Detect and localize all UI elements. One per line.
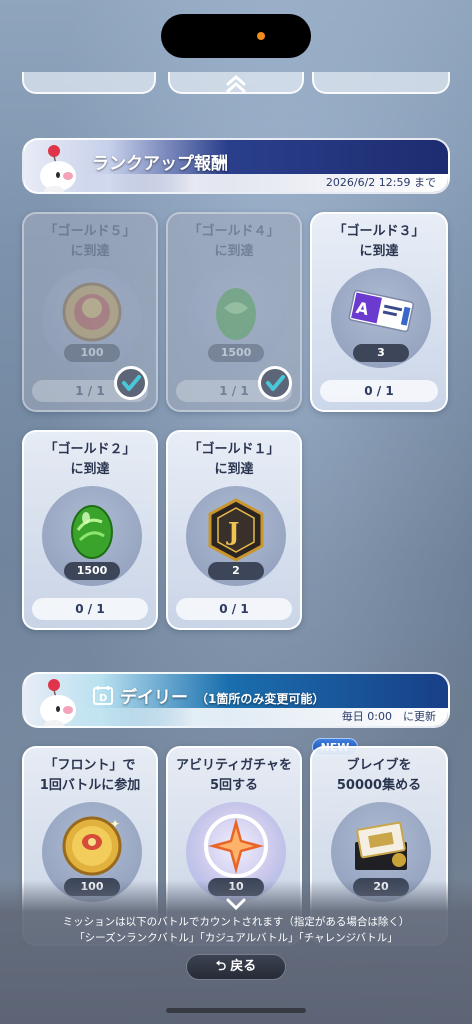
mission-title: アビリティガチャを 5回する bbox=[175, 758, 293, 793]
mission-title: 「ゴールド５」 に到達 bbox=[44, 224, 136, 259]
reward-orb: J 2 bbox=[186, 486, 286, 586]
mission-title: ブレイブを 50000集める bbox=[336, 758, 422, 793]
daily-refresh-time: 毎日 0:00 に更新 bbox=[341, 710, 436, 723]
mission-count-note: ミッションは以下のバトルでカウントされます（指定がある場合は除く） 「シーズンラ… bbox=[0, 914, 472, 946]
mission-card-gold3[interactable]: 「ゴールド３」 に到達 A 3 0 / 1 bbox=[310, 212, 448, 412]
daily-note: （1箇所のみ変更可能） bbox=[196, 692, 325, 706]
mission-title: 「ゴールド４」 に到達 bbox=[188, 224, 280, 259]
daily-header: D デイリー （1箇所のみ変更可能） 毎日 0:00 に更新 bbox=[22, 672, 450, 728]
green-egg-icon bbox=[71, 505, 113, 559]
reward-quantity: 100 bbox=[64, 344, 120, 362]
rank-reward-deadline: 2026/6/2 12:59 まで bbox=[325, 176, 436, 189]
mission-card-gold5[interactable]: 「ゴールド５」 に到達 100 1 / 1 bbox=[22, 212, 158, 412]
reward-quantity: 1500 bbox=[208, 344, 264, 362]
mission-progress: 0 / 1 bbox=[32, 598, 148, 620]
claimed-check-icon bbox=[114, 366, 148, 400]
back-button-label: 戻る bbox=[230, 959, 257, 974]
dynamic-island bbox=[161, 14, 311, 58]
return-arrow-icon: ⮌ bbox=[215, 959, 227, 974]
note-line-2: 「シーズンランクバトル」「カジュアルバトル」「チャレンジバトル」 bbox=[74, 932, 398, 944]
coin-icon bbox=[62, 282, 122, 342]
coin-icon: ✦ bbox=[62, 816, 122, 876]
green-egg-icon bbox=[216, 288, 256, 340]
scroll-up-icon[interactable] bbox=[224, 74, 248, 94]
svg-text:J: J bbox=[226, 517, 239, 546]
reward-orb: A 3 bbox=[331, 268, 431, 368]
previous-section-edge bbox=[0, 72, 472, 98]
note-line-1: ミッションは以下のバトルでカウントされます（指定がある場合は除く） bbox=[62, 916, 410, 928]
status-dot bbox=[257, 32, 265, 40]
mission-card-gold4[interactable]: 「ゴールド４」 に到達 1500 1 / 1 bbox=[166, 212, 302, 412]
daily-title: デイリー bbox=[120, 688, 188, 708]
j-emblem-icon: J bbox=[208, 498, 264, 562]
scroll-down-icon[interactable] bbox=[224, 896, 248, 912]
daily-title-row: デイリー （1箇所のみ変更可能） bbox=[120, 683, 324, 708]
reward-orb: 100 bbox=[42, 268, 142, 368]
mission-title: 「ゴールド２」 に到達 bbox=[44, 442, 136, 477]
svg-text:✦: ✦ bbox=[110, 817, 120, 831]
previous-card-edge bbox=[22, 72, 156, 94]
home-indicator[interactable] bbox=[166, 1008, 306, 1013]
moogle-icon bbox=[40, 679, 76, 726]
previous-card-edge bbox=[312, 72, 450, 94]
reward-orb: 1500 bbox=[186, 268, 286, 368]
star-crystal-icon bbox=[204, 814, 268, 878]
rank-reward-title: ランクアップ報酬 bbox=[92, 154, 228, 174]
svg-text:D: D bbox=[99, 693, 107, 704]
ticket-envelope-icon bbox=[355, 821, 407, 870]
reward-quantity: 3 bbox=[353, 344, 409, 362]
reward-quantity: 2 bbox=[208, 562, 264, 580]
mission-card-gold2[interactable]: 「ゴールド２」 に到達 1500 0 / 1 bbox=[22, 430, 158, 630]
mission-card-gold1[interactable]: 「ゴールド１」 に到達 J 2 0 / 1 bbox=[166, 430, 302, 630]
header-info-bar: 2026/6/2 12:59 まで bbox=[84, 174, 448, 192]
mission-title: 「フロント」で 1回バトルに参加 bbox=[39, 758, 141, 793]
calendar-icon: D bbox=[93, 686, 113, 705]
reward-orb: 1500 bbox=[42, 486, 142, 586]
moogle-icon bbox=[40, 145, 76, 192]
mission-progress: 0 / 1 bbox=[320, 380, 438, 402]
reward-quantity: 1500 bbox=[64, 562, 120, 580]
mission-title: 「ゴールド１」 に到達 bbox=[188, 442, 280, 477]
claimed-check-icon bbox=[258, 366, 292, 400]
ability-ticket-icon: A bbox=[348, 289, 414, 333]
mission-title: 「ゴールド３」 に到達 bbox=[333, 224, 425, 259]
back-button[interactable]: ⮌ 戻る bbox=[186, 954, 286, 980]
header-info-bar: 毎日 0:00 に更新 bbox=[84, 708, 448, 726]
mission-progress: 0 / 1 bbox=[176, 598, 292, 620]
rank-reward-header: ランクアップ報酬 2026/6/2 12:59 まで bbox=[22, 138, 450, 194]
